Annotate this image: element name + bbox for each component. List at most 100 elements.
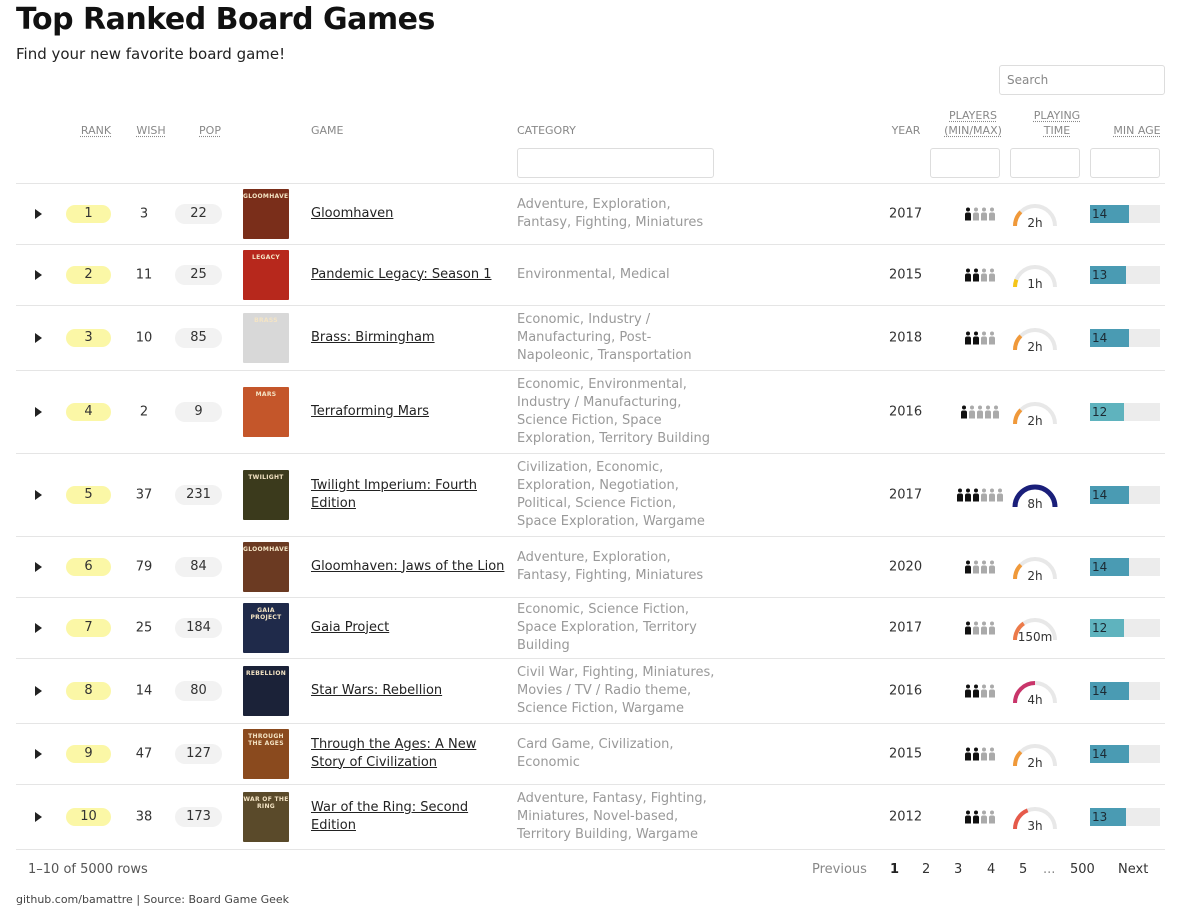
- pop-badge: 25: [175, 264, 222, 285]
- page-button-500[interactable]: 500: [1070, 862, 1095, 877]
- column-header-playing-time[interactable]: PLAYING TIME: [1020, 108, 1094, 138]
- column-header-pop[interactable]: POP: [185, 123, 235, 138]
- column-header-rank[interactable]: RANK: [70, 123, 122, 138]
- page-title: Top Ranked Board Games: [16, 2, 435, 37]
- expand-row-icon[interactable]: [35, 489, 42, 500]
- min-age-label: 14: [1092, 559, 1108, 574]
- rank-badge: 8: [66, 681, 111, 700]
- game-link[interactable]: Brass: Birmingham: [311, 329, 511, 347]
- row-divider: [16, 849, 1165, 850]
- table-row[interactable]: 5 37 231 TWILIGHT Twilight Imperium: Fourth …: [16, 453, 1165, 536]
- game-thumbnail[interactable]: GLOOMHAVEN: [243, 188, 289, 239]
- game-link[interactable]: Through the Ages: A New Story of Civiliz…: [311, 736, 511, 772]
- page-button-4[interactable]: 4: [987, 862, 995, 877]
- page-button-5[interactable]: 5: [1019, 862, 1027, 877]
- game-thumbnail[interactable]: WAR OF THE RING: [243, 791, 289, 842]
- next-page-button[interactable]: Next: [1118, 862, 1148, 877]
- time-filter-input[interactable]: [1010, 148, 1080, 178]
- game-thumbnail[interactable]: LEGACY: [243, 249, 289, 300]
- playing-time-gauge: 3h: [1009, 803, 1061, 833]
- playing-time-label: 1h: [1027, 276, 1043, 291]
- year-value: 2015: [889, 746, 923, 761]
- player-icon: [972, 488, 980, 501]
- game-thumbnail[interactable]: GLOOMHAVEN: [243, 541, 289, 592]
- age-filter-input[interactable]: [1090, 148, 1160, 178]
- category-text: Economic, Environmental, Industry / Manu…: [517, 376, 710, 446]
- game-link[interactable]: Pandemic Legacy: Season 1: [311, 266, 511, 284]
- expand-row-icon[interactable]: [35, 332, 42, 343]
- game-link[interactable]: Gloomhaven: [311, 205, 511, 223]
- game-link[interactable]: Gloomhaven: Jaws of the Lion: [311, 558, 511, 576]
- playing-time-gauge: 2h: [1009, 553, 1061, 583]
- player-icon: [960, 405, 968, 418]
- table-row[interactable]: 1 3 22 GLOOMHAVEN Gloomhaven Adventure, Explo…: [16, 183, 1165, 244]
- expand-row-icon[interactable]: [35, 561, 42, 572]
- time-header-line1: PLAYING: [1033, 109, 1081, 122]
- table-row[interactable]: 7 25 184 GAIA PROJECT Gaia Project Economic, …: [16, 597, 1165, 658]
- page-button-3[interactable]: 3: [954, 862, 962, 877]
- category-text: Adventure, Fantasy, Fighting, Miniatures…: [517, 790, 707, 842]
- player-icon: [964, 621, 972, 634]
- category-text: Civil War, Fighting, Miniatures, Movies …: [517, 664, 715, 716]
- expand-row-icon[interactable]: [35, 406, 42, 417]
- players-header-line1: PLAYERS: [949, 109, 997, 122]
- column-header-players[interactable]: PLAYERS (MIN/MAX): [936, 108, 1010, 138]
- column-header-min-age[interactable]: MIN AGE: [1104, 123, 1170, 138]
- thumbnail-caption: LEGACY: [251, 253, 281, 261]
- expand-row-icon[interactable]: [35, 622, 42, 633]
- min-age-bar: 13: [1090, 265, 1160, 284]
- game-link[interactable]: Terraforming Mars: [311, 403, 511, 421]
- game-link[interactable]: War of the Ring: Second Edition: [311, 799, 511, 835]
- game-thumbnail[interactable]: BRASS: [243, 312, 289, 363]
- table-row[interactable]: 8 14 80 REBELLION Star Wars: Rebellion Civil …: [16, 658, 1165, 723]
- players-header-line2: (MIN/MAX): [944, 124, 1002, 137]
- table-row[interactable]: 9 47 127 THROUGH THE AGES Through the Ages: …: [16, 723, 1165, 784]
- category-text: Environmental, Medical: [517, 266, 670, 282]
- players-indicator: [952, 405, 1008, 418]
- min-age-bar: 12: [1090, 402, 1160, 421]
- players-filter-input[interactable]: [930, 148, 1000, 178]
- previous-page-button[interactable]: Previous: [812, 862, 867, 877]
- rank-badge: 10: [66, 807, 111, 826]
- year-value: 2016: [889, 404, 923, 419]
- page-subtitle: Find your new favorite board game!: [16, 45, 286, 63]
- game-link[interactable]: Gaia Project: [311, 619, 511, 637]
- game-thumbnail[interactable]: GAIA PROJECT: [243, 602, 289, 653]
- game-thumbnail[interactable]: MARS: [243, 386, 289, 437]
- expand-row-icon[interactable]: [35, 748, 42, 759]
- table-row[interactable]: 2 11 25 LEGACY Pandemic Legacy: Season 1 Envi…: [16, 244, 1165, 305]
- expand-row-icon[interactable]: [35, 685, 42, 696]
- game-link[interactable]: Star Wars: Rebellion: [311, 682, 511, 700]
- table-row[interactable]: 10 38 173 WAR OF THE RING War of the Ring: S…: [16, 784, 1165, 849]
- category-filter-input[interactable]: [517, 148, 714, 178]
- year-value: 2018: [889, 330, 923, 345]
- game-link[interactable]: Twilight Imperium: Fourth Edition: [311, 477, 511, 513]
- search-input[interactable]: [999, 65, 1165, 95]
- table-row[interactable]: 3 10 85 BRASS Brass: Birmingham Economic, Ind…: [16, 305, 1165, 370]
- pop-badge: 9: [175, 401, 222, 422]
- min-age-bar: 13: [1090, 807, 1160, 826]
- column-header-game[interactable]: GAME: [311, 123, 344, 138]
- wish-value: 11: [135, 267, 153, 282]
- table-row[interactable]: 4 2 9 MARS Terraforming Mars Economic, Enviro…: [16, 370, 1165, 453]
- expand-row-icon[interactable]: [35, 208, 42, 219]
- page-button-1[interactable]: 1: [890, 862, 899, 877]
- rank-badge: 6: [66, 557, 111, 576]
- game-thumbnail[interactable]: TWILIGHT: [243, 469, 289, 520]
- player-icon: [984, 405, 992, 418]
- page-button-2[interactable]: 2: [922, 862, 930, 877]
- column-header-wish[interactable]: WISH: [126, 123, 176, 138]
- column-header-category[interactable]: CATEGORY: [517, 123, 576, 138]
- playing-time-gauge: 2h: [1009, 398, 1061, 428]
- wish-value: 10: [135, 330, 153, 345]
- game-thumbnail[interactable]: REBELLION: [243, 665, 289, 716]
- table-row[interactable]: 6 79 84 GLOOMHAVEN Gloomhaven: Jaws of the L…: [16, 536, 1165, 597]
- min-age-label: 13: [1092, 267, 1108, 282]
- wish-value: 14: [135, 683, 153, 698]
- game-thumbnail[interactable]: THROUGH THE AGES: [243, 728, 289, 779]
- column-header-year[interactable]: YEAR: [884, 123, 928, 138]
- expand-row-icon[interactable]: [35, 269, 42, 280]
- expand-row-icon[interactable]: [35, 811, 42, 822]
- pop-badge: 231: [175, 484, 222, 505]
- min-age-label: 14: [1092, 330, 1108, 345]
